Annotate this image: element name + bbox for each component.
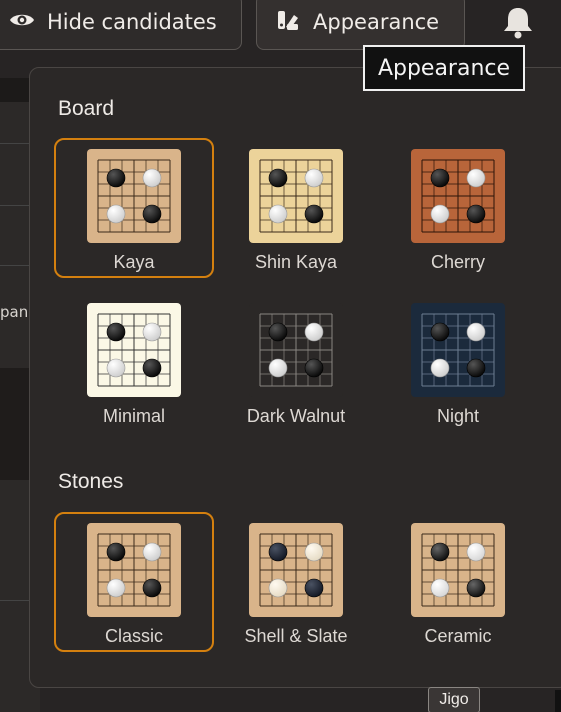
eye-icon xyxy=(9,10,35,34)
appearance-tooltip: Appearance xyxy=(363,45,525,91)
stone-option-label: Classic xyxy=(104,626,163,646)
board-option-label: Cherry xyxy=(430,252,485,272)
board-thumbnail xyxy=(87,303,181,397)
stone-thumbnail xyxy=(249,523,343,617)
palette-icon xyxy=(275,7,301,38)
appearance-panel: Board Kaya Shin Kaya Cherry Minimal Dark… xyxy=(29,67,561,688)
bell-icon[interactable] xyxy=(500,4,536,40)
board-option-label: Kaya xyxy=(113,252,155,272)
stone-option-label: Ceramic xyxy=(424,626,492,646)
board-thumbnail xyxy=(411,303,505,397)
board-thumbnail xyxy=(87,149,181,243)
jigo-badge[interactable]: Jigo xyxy=(428,687,480,712)
hide-candidates-button[interactable]: Hide candidates xyxy=(0,0,242,50)
stone-option-ceramic[interactable]: Ceramic xyxy=(378,512,538,652)
board-option-cherry[interactable]: Cherry xyxy=(378,138,538,278)
stone-thumbnail xyxy=(87,523,181,617)
background-partial-text: pan xyxy=(0,303,29,321)
board-option-label: Shin Kaya xyxy=(254,252,338,272)
board-option-label: Dark Walnut xyxy=(246,406,346,426)
stone-thumbnail xyxy=(411,523,505,617)
appearance-button[interactable]: Appearance xyxy=(256,0,465,50)
board-option-kaya[interactable]: Kaya xyxy=(54,138,214,278)
stones-section-title: Stones xyxy=(58,470,124,493)
board-option-night[interactable]: Night xyxy=(378,292,538,432)
stone-option-label: Shell & Slate xyxy=(244,626,348,646)
board-thumbnail xyxy=(249,149,343,243)
board-thumbnail xyxy=(249,303,343,397)
appearance-label: Appearance xyxy=(313,10,440,34)
background-edge xyxy=(555,690,561,712)
stone-option-classic[interactable]: Classic xyxy=(54,512,214,652)
hide-candidates-label: Hide candidates xyxy=(47,10,217,34)
board-option-label: Minimal xyxy=(102,406,165,426)
board-thumbnail xyxy=(411,149,505,243)
board-option-minimal[interactable]: Minimal xyxy=(54,292,214,432)
board-option-label: Night xyxy=(436,406,480,426)
board-option-shin-kaya[interactable]: Shin Kaya xyxy=(216,138,376,278)
board-section-title: Board xyxy=(58,97,115,120)
board-option-dark-walnut[interactable]: Dark Walnut xyxy=(216,292,376,432)
stone-option-shell-slate[interactable]: Shell & Slate xyxy=(216,512,376,652)
